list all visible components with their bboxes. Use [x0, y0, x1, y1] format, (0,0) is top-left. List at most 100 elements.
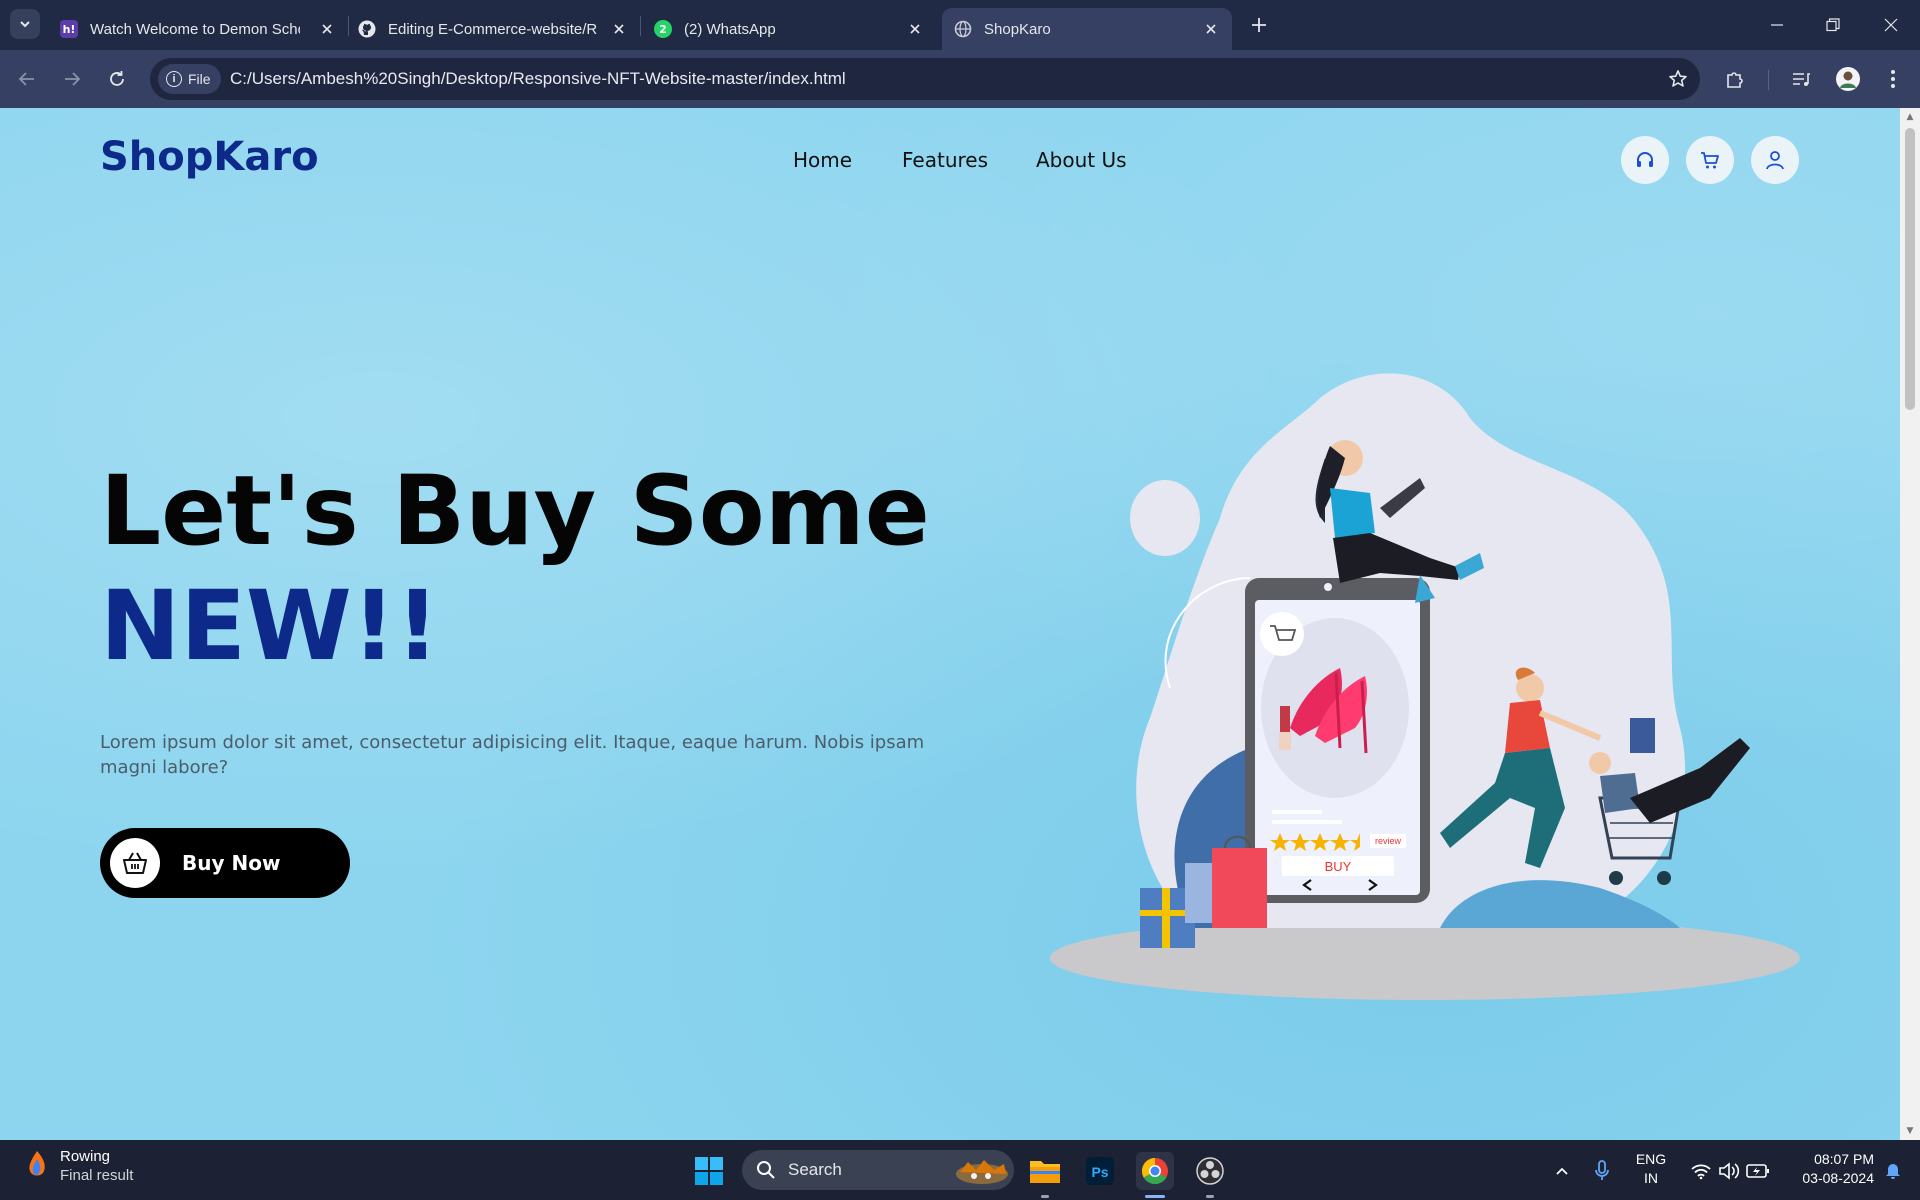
- globe-icon: [954, 20, 972, 38]
- whatsapp-icon: 2: [654, 20, 672, 38]
- hero-description: Lorem ipsum dolor sit amet, consectetur …: [100, 732, 925, 778]
- scroll-up-arrow[interactable]: ▲: [1905, 112, 1915, 122]
- chevron-down-icon: [20, 21, 30, 28]
- show-hidden-icons-button[interactable]: [1543, 1152, 1581, 1190]
- reload-icon: [110, 71, 124, 86]
- man-head: [1589, 752, 1611, 774]
- widgets-button[interactable]: Rowing Final result: [24, 1148, 133, 1184]
- cart-badge: [1260, 612, 1304, 656]
- close-icon: [1884, 18, 1898, 32]
- site-chip-label: File: [188, 71, 211, 87]
- puzzle-icon: [1727, 72, 1743, 88]
- playlist-icon: [1793, 73, 1810, 86]
- support-button[interactable]: [1621, 136, 1669, 184]
- tab-shopkaro[interactable]: ShopKaro: [942, 8, 1232, 50]
- scroll-down-arrow[interactable]: ▼: [1905, 1126, 1915, 1136]
- site-info-chip[interactable]: i File: [158, 64, 221, 94]
- extensions-button[interactable]: [1720, 64, 1750, 94]
- forward-button[interactable]: [57, 64, 87, 94]
- profile-button[interactable]: [1833, 64, 1863, 94]
- media-control-button[interactable]: [1786, 64, 1816, 94]
- held-bag: [1630, 718, 1655, 753]
- close-window-button[interactable]: [1876, 10, 1906, 40]
- web-page: ShopKaro Home Features About Us Let's Bu…: [0, 108, 1900, 1140]
- microphone-button[interactable]: [1583, 1152, 1621, 1190]
- address-bar[interactable]: i File C:/Users/Ambesh%20Singh/Desktop/R…: [150, 58, 1700, 100]
- chrome-icon: [1141, 1157, 1168, 1185]
- bookmark-star-button[interactable]: [1666, 67, 1690, 91]
- search-highlight-icon: [956, 1160, 1008, 1184]
- widget-subtitle: Final result: [60, 1167, 134, 1184]
- tab-label: Watch Welcome to Demon School: [90, 20, 300, 38]
- photoshop-icon: Ps: [1086, 1157, 1114, 1185]
- github-icon: [358, 20, 376, 38]
- start-button[interactable]: [690, 1152, 728, 1190]
- windows-icon: [695, 1157, 723, 1185]
- cart-button[interactable]: [1686, 136, 1734, 184]
- nav-about-us[interactable]: About Us: [1036, 148, 1127, 172]
- running-indicator: [1206, 1195, 1214, 1198]
- notifications-button[interactable]: [1878, 1152, 1908, 1190]
- obs-button[interactable]: [1191, 1152, 1229, 1190]
- bell-icon: [1886, 1164, 1900, 1179]
- close-tab-icon[interactable]: [610, 20, 628, 38]
- tab-search-button[interactable]: [10, 9, 40, 39]
- tab-label: Editing E-Commerce-website/README: [388, 20, 598, 38]
- hianime-favicon-icon: h!: [60, 20, 78, 38]
- nav-features[interactable]: Features: [902, 148, 988, 172]
- buy-now-button[interactable]: Buy Now: [100, 828, 350, 898]
- nav-home[interactable]: Home: [793, 148, 852, 172]
- restore-icon: [1826, 18, 1840, 32]
- rowing-icon: [29, 1151, 45, 1176]
- obs-icon: [1196, 1157, 1224, 1185]
- arrow-left-icon: [18, 72, 34, 86]
- account-button[interactable]: [1751, 136, 1799, 184]
- tab-github-editing[interactable]: Editing E-Commerce-website/README: [346, 8, 640, 50]
- photoshop-button[interactable]: Ps: [1081, 1152, 1119, 1190]
- clock[interactable]: 08:07 PM 03-08-2024: [1794, 1150, 1874, 1188]
- microphone-icon: [1595, 1160, 1609, 1180]
- woman-shirt: [1330, 488, 1375, 538]
- restore-button[interactable]: [1818, 10, 1848, 40]
- language-indicator[interactable]: ENG IN: [1628, 1150, 1674, 1188]
- chrome-taskbar-button[interactable]: [1136, 1152, 1174, 1190]
- review-label: review: [1375, 836, 1402, 846]
- url-text[interactable]: C:/Users/Ambesh%20Singh/Desktop/Responsi…: [230, 69, 846, 89]
- active-indicator: [1145, 1195, 1165, 1198]
- folder-icon: [1030, 1161, 1060, 1183]
- widget-title: Rowing: [60, 1148, 111, 1165]
- wifi-icon: [1691, 1164, 1711, 1180]
- close-tab-icon[interactable]: [906, 20, 924, 38]
- shopping-illustration: review BUY: [1050, 373, 1800, 1000]
- avatar: [1836, 67, 1860, 91]
- file-explorer-button[interactable]: [1026, 1152, 1064, 1190]
- svg-text:Ps: Ps: [1091, 1164, 1108, 1180]
- star-icon: [1669, 70, 1687, 87]
- close-tab-icon[interactable]: [1202, 20, 1220, 38]
- minimize-button[interactable]: [1762, 10, 1792, 40]
- quick-settings-button[interactable]: [1680, 1152, 1780, 1190]
- back-button[interactable]: [12, 64, 42, 94]
- tab-demon-school[interactable]: h! Watch Welcome to Demon School: [48, 8, 348, 50]
- buy-label: BUY: [1325, 859, 1352, 874]
- page-scrollbar[interactable]: ▲ ▼: [1900, 108, 1920, 1140]
- reload-button[interactable]: [102, 64, 132, 94]
- site-logo[interactable]: ShopKaro: [100, 134, 319, 180]
- clock-date: 03-08-2024: [1802, 1170, 1874, 1186]
- close-tab-icon[interactable]: [318, 20, 336, 38]
- tab-separator: [640, 16, 641, 36]
- taskbar-search[interactable]: Search: [742, 1150, 1014, 1190]
- small-blob: [1130, 480, 1200, 556]
- new-tab-button[interactable]: [1246, 12, 1272, 38]
- search-icon: [757, 1161, 775, 1179]
- hero-heading-accent: NEW!!: [100, 570, 440, 682]
- tab-label: (2) WhatsApp: [684, 20, 776, 38]
- man-shirt: [1600, 773, 1640, 813]
- arrow-right-icon: [65, 72, 81, 86]
- scroll-thumb[interactable]: [1905, 128, 1915, 410]
- cart-icon: [1701, 152, 1719, 169]
- chrome-menu-button[interactable]: [1878, 64, 1908, 94]
- tab-whatsapp[interactable]: 2 (2) WhatsApp: [642, 8, 936, 50]
- search-label: Search: [788, 1160, 842, 1179]
- basket-icon: [110, 838, 160, 888]
